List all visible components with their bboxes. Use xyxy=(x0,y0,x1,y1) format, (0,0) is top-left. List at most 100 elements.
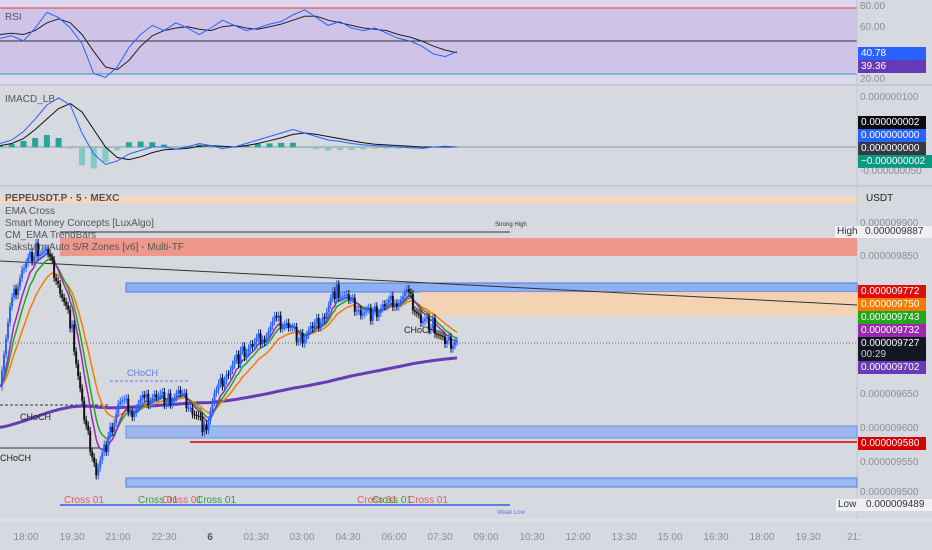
price-tag: 0.000009772 xyxy=(858,285,926,298)
cross-label: Cross 01 xyxy=(408,495,449,506)
macd-tag: 0.000000000 xyxy=(858,142,926,155)
candle-body xyxy=(57,280,60,284)
candle-body xyxy=(223,380,226,387)
candle-body xyxy=(21,269,24,279)
candle-body xyxy=(253,342,256,347)
macd-line xyxy=(0,97,458,166)
candle-body xyxy=(269,326,272,332)
candle-body xyxy=(331,291,334,299)
candle-body xyxy=(373,306,376,311)
candle-body xyxy=(333,291,336,300)
candle-body xyxy=(161,392,164,394)
candle-body xyxy=(203,424,206,433)
macd-histogram-bar xyxy=(125,142,132,148)
candle-body xyxy=(353,297,356,312)
indicator-legend[interactable]: Smart Money Concepts [LuxAlgo] xyxy=(5,218,154,229)
candle-body xyxy=(195,414,198,416)
candle-body xyxy=(151,397,154,402)
macd-histogram-bar xyxy=(348,147,355,150)
candle-body xyxy=(297,341,300,343)
candle-body xyxy=(411,293,414,311)
low-value: 0.000009489 xyxy=(866,499,925,510)
indicator-legend[interactable]: EMA Cross xyxy=(5,206,55,217)
candle-body xyxy=(181,393,184,395)
candle-body xyxy=(63,297,66,302)
last-price: 0.000009727 xyxy=(861,338,920,349)
candle-body xyxy=(379,308,382,313)
candle-body xyxy=(11,297,14,307)
candle-body xyxy=(131,411,134,418)
candle-body xyxy=(105,444,108,452)
candle-body xyxy=(159,393,162,396)
candle-body xyxy=(5,338,8,355)
candle-body xyxy=(375,306,378,318)
macd-histogram-bar xyxy=(325,147,332,151)
candle-body xyxy=(313,323,316,329)
rsi-axis-label: 20.00 xyxy=(860,74,886,85)
candle-body xyxy=(17,286,20,296)
candle-body xyxy=(255,337,258,343)
last-price-tag: 0.000009727 00:29 xyxy=(858,337,926,361)
candle-body xyxy=(381,304,384,309)
candle-body xyxy=(117,404,120,414)
candle-body xyxy=(289,327,292,329)
candle-body xyxy=(421,320,424,323)
candle-body xyxy=(315,317,318,324)
candle-body xyxy=(249,344,252,349)
candle-body xyxy=(191,407,194,415)
candle-body xyxy=(193,414,196,416)
macd-histogram-bar xyxy=(67,147,74,149)
cross-label: Cross 01 xyxy=(372,495,413,506)
candle-body xyxy=(125,398,128,400)
macd-tag: 0.000000002 xyxy=(858,116,926,129)
candle-body xyxy=(69,309,72,329)
candle-body xyxy=(27,257,30,263)
candle-body xyxy=(97,467,100,476)
candle-body xyxy=(285,322,288,325)
candle-body xyxy=(263,339,266,342)
candle-body xyxy=(175,393,178,398)
macd-title: IMACD_LB xyxy=(5,94,56,105)
candle-body xyxy=(67,305,70,310)
candle-body xyxy=(425,317,428,320)
candle-body xyxy=(393,303,396,308)
candle-body xyxy=(241,346,244,351)
candle-body xyxy=(383,304,386,307)
rsi-title: RSI xyxy=(5,12,22,23)
candle-body xyxy=(389,295,392,300)
candle-body xyxy=(109,426,112,437)
currency-label[interactable]: USDT xyxy=(866,193,893,204)
macd-tag: 0.000000000 xyxy=(858,129,926,142)
candle-body xyxy=(309,325,312,331)
candle-body xyxy=(409,292,412,294)
choch-label: CHoCH xyxy=(20,412,52,422)
cross-label: Cross 01 xyxy=(64,495,105,506)
candle-body xyxy=(7,322,10,339)
candle-body xyxy=(205,424,208,431)
macd-axis-label: 0.000000100 xyxy=(860,92,919,103)
time-axis-label: 06:00 xyxy=(381,532,407,543)
macd-histogram-bar xyxy=(360,147,367,150)
candle-body xyxy=(415,311,418,314)
chart-canvas[interactable] xyxy=(0,0,932,550)
time-axis-label: 18:00 xyxy=(13,532,39,543)
candle-body xyxy=(107,436,110,452)
candle-body xyxy=(287,322,290,328)
indicator-legend[interactable]: CM_EMA TrendBars xyxy=(5,230,96,241)
candle-body xyxy=(237,354,240,365)
indicator-legend[interactable]: Saksham Auto S/R Zones [v6] - Multi-TF xyxy=(5,242,184,253)
time-axis-label: 19:30 xyxy=(59,532,85,543)
candle-body xyxy=(445,340,448,344)
candle-body xyxy=(233,359,236,365)
price-axis-label: 0.000009850 xyxy=(860,251,919,262)
candle-body xyxy=(377,312,380,318)
macd-histogram-bar xyxy=(371,147,378,149)
candle-body xyxy=(141,395,144,400)
candle-body xyxy=(231,364,234,370)
candle-body xyxy=(283,324,286,327)
candle-body xyxy=(73,324,76,352)
time-axis-label: 09:00 xyxy=(473,532,499,543)
candle-body xyxy=(295,326,298,342)
symbol-title[interactable]: PEPEUSDT.P · 5 · MEXC xyxy=(5,193,119,204)
sr-price-tag: 0.000009580 xyxy=(858,437,926,450)
